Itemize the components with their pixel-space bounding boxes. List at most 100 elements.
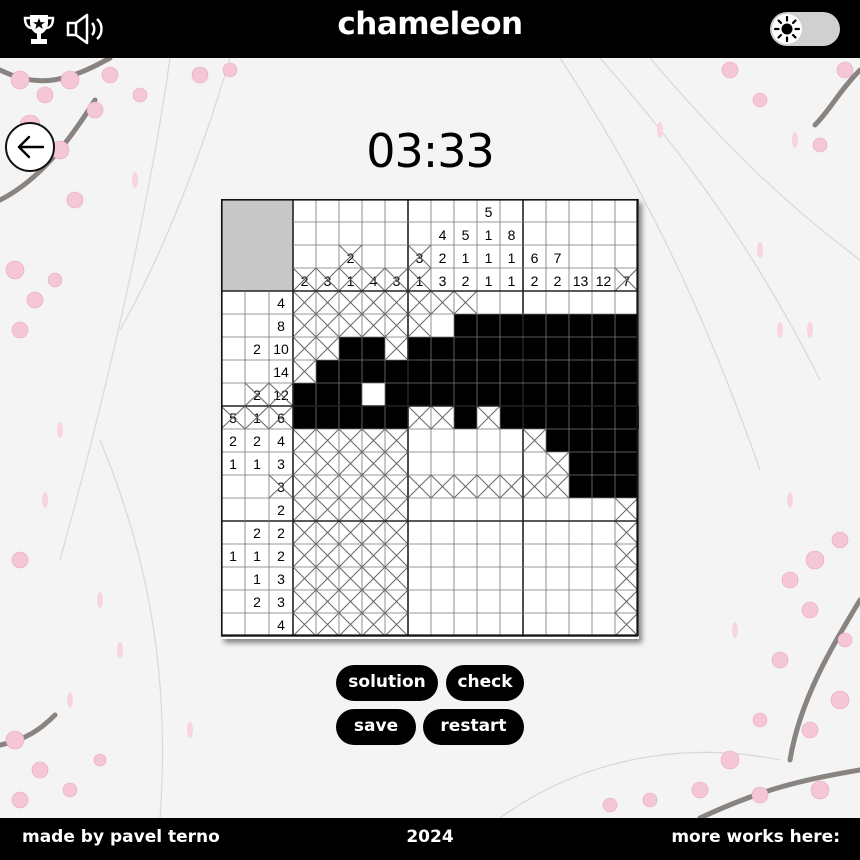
filled-cell[interactable] (408, 337, 431, 360)
filled-cell[interactable] (523, 360, 546, 383)
empty-cell[interactable] (454, 521, 477, 544)
empty-cell[interactable] (523, 613, 546, 636)
empty-cell[interactable] (408, 498, 431, 521)
nonogram-grid[interactable]: 2321433142351251118116272131274821014212… (221, 199, 639, 639)
filled-cell[interactable] (569, 383, 592, 406)
empty-cell[interactable] (431, 314, 454, 337)
row-clue[interactable]: 8 (277, 318, 285, 334)
filled-cell[interactable] (592, 429, 615, 452)
empty-cell[interactable] (454, 452, 477, 475)
filled-cell[interactable] (523, 406, 546, 429)
restart-button[interactable]: restart (423, 709, 524, 745)
empty-cell[interactable] (454, 567, 477, 590)
row-clue[interactable]: 2 (253, 525, 261, 541)
filled-cell[interactable] (385, 360, 408, 383)
row-clue[interactable]: 10 (273, 341, 289, 357)
more-works-link[interactable]: more works here: (671, 827, 840, 847)
filled-cell[interactable] (500, 406, 523, 429)
empty-cell[interactable] (408, 429, 431, 452)
filled-cell[interactable] (362, 406, 385, 429)
filled-cell[interactable] (316, 383, 339, 406)
empty-cell[interactable] (477, 498, 500, 521)
filled-cell[interactable] (339, 383, 362, 406)
empty-cell[interactable] (477, 567, 500, 590)
empty-cell[interactable] (569, 567, 592, 590)
filled-cell[interactable] (385, 406, 408, 429)
empty-cell[interactable] (592, 521, 615, 544)
empty-cell[interactable] (408, 521, 431, 544)
filled-cell[interactable] (500, 337, 523, 360)
filled-cell[interactable] (615, 475, 638, 498)
empty-cell[interactable] (477, 521, 500, 544)
row-clue[interactable]: 2 (253, 594, 261, 610)
empty-cell[interactable] (477, 613, 500, 636)
empty-cell[interactable] (500, 567, 523, 590)
filled-cell[interactable] (454, 314, 477, 337)
filled-cell[interactable] (500, 360, 523, 383)
column-clue[interactable]: 7 (623, 273, 631, 289)
filled-cell[interactable] (615, 314, 638, 337)
empty-cell[interactable] (569, 291, 592, 314)
filled-cell[interactable] (385, 383, 408, 406)
empty-cell[interactable] (523, 590, 546, 613)
filled-cell[interactable] (615, 383, 638, 406)
row-clue[interactable]: 1 (253, 548, 261, 564)
filled-cell[interactable] (477, 383, 500, 406)
empty-cell[interactable] (546, 498, 569, 521)
filled-cell[interactable] (546, 429, 569, 452)
empty-cell[interactable] (592, 544, 615, 567)
empty-cell[interactable] (592, 291, 615, 314)
empty-cell[interactable] (477, 452, 500, 475)
empty-cell[interactable] (431, 498, 454, 521)
column-clue[interactable]: 2 (462, 273, 470, 289)
empty-cell[interactable] (523, 498, 546, 521)
row-clue[interactable]: 4 (277, 295, 285, 311)
filled-cell[interactable] (431, 360, 454, 383)
filled-cell[interactable] (362, 360, 385, 383)
filled-cell[interactable] (569, 314, 592, 337)
filled-cell[interactable] (569, 360, 592, 383)
empty-cell[interactable] (454, 613, 477, 636)
filled-cell[interactable] (339, 337, 362, 360)
empty-cell[interactable] (477, 429, 500, 452)
column-clue[interactable]: 2 (531, 273, 539, 289)
empty-cell[interactable] (500, 498, 523, 521)
filled-cell[interactable] (523, 337, 546, 360)
empty-cell[interactable] (523, 567, 546, 590)
column-clue[interactable]: 2 (439, 250, 447, 266)
row-clue[interactable]: 1 (253, 571, 261, 587)
empty-cell[interactable] (500, 429, 523, 452)
row-clue[interactable]: 3 (277, 456, 285, 472)
filled-cell[interactable] (615, 429, 638, 452)
column-clue[interactable]: 4 (370, 273, 378, 289)
filled-cell[interactable] (431, 383, 454, 406)
empty-cell[interactable] (431, 567, 454, 590)
filled-cell[interactable] (408, 360, 431, 383)
empty-cell[interactable] (500, 452, 523, 475)
empty-cell[interactable] (408, 544, 431, 567)
column-clue[interactable]: 3 (439, 273, 447, 289)
filled-cell[interactable] (477, 314, 500, 337)
empty-cell[interactable] (477, 544, 500, 567)
filled-cell[interactable] (339, 406, 362, 429)
empty-cell[interactable] (569, 613, 592, 636)
empty-cell[interactable] (454, 544, 477, 567)
empty-cell[interactable] (546, 590, 569, 613)
filled-cell[interactable] (569, 452, 592, 475)
filled-cell[interactable] (592, 360, 615, 383)
empty-cell[interactable] (546, 567, 569, 590)
filled-cell[interactable] (615, 406, 638, 429)
column-clue[interactable]: 1 (485, 250, 493, 266)
row-clue[interactable]: 2 (277, 525, 285, 541)
column-clue[interactable]: 1 (347, 273, 355, 289)
row-clue[interactable]: 4 (277, 433, 285, 449)
empty-cell[interactable] (500, 590, 523, 613)
filled-cell[interactable] (569, 475, 592, 498)
empty-cell[interactable] (431, 521, 454, 544)
column-clue[interactable]: 1 (462, 250, 470, 266)
row-clue[interactable]: 2 (277, 502, 285, 518)
filled-cell[interactable] (546, 406, 569, 429)
empty-cell[interactable] (569, 498, 592, 521)
empty-cell[interactable] (500, 613, 523, 636)
filled-cell[interactable] (408, 383, 431, 406)
